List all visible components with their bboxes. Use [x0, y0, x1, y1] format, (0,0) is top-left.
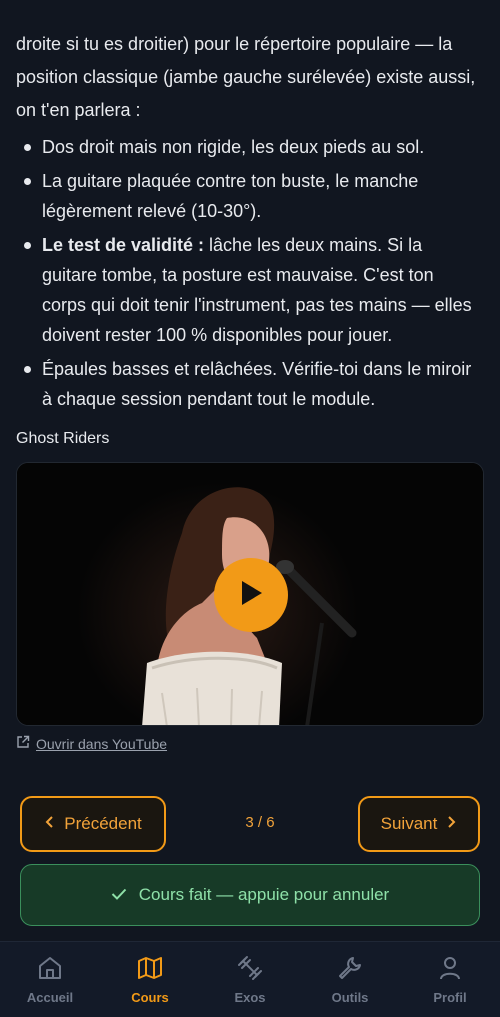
map-icon — [136, 954, 164, 985]
nav-item-exos[interactable]: Exos — [200, 942, 300, 1017]
home-icon — [36, 954, 64, 985]
nav-item-profil[interactable]: Profil — [400, 942, 500, 1017]
nav-label: Accueil — [26, 990, 74, 1005]
list-item: Le test de validité : lâche les deux mai… — [20, 230, 475, 350]
list-item: Dos droit mais non rigide, les deux pied… — [20, 132, 475, 162]
bottom-navigation: Accueil Cours Exos Outils Profil — [0, 941, 500, 1017]
list-item: La guitare plaquée contre ton buste, le … — [20, 166, 475, 226]
video-title: Ghost Riders — [16, 430, 110, 447]
lesson-pager: Précédent 3 / 6 Suivant — [20, 796, 480, 854]
chevron-right-icon — [447, 814, 457, 834]
posture-checklist: Dos droit mais non rigide, les deux pied… — [20, 132, 475, 418]
next-button-label: Suivant — [380, 814, 438, 833]
nav-item-outils[interactable]: Outils — [300, 942, 400, 1017]
nav-item-accueil[interactable]: Accueil — [0, 942, 100, 1017]
bullet-text: La guitare plaquée contre ton buste, le … — [42, 171, 419, 221]
chevron-left-icon — [44, 814, 54, 834]
page-indicator: 3 / 6 — [245, 814, 275, 831]
nav-label: Profil — [433, 990, 467, 1005]
user-icon — [436, 954, 464, 985]
youtube-link[interactable]: Ouvrir dans YouTube — [16, 735, 167, 752]
nav-item-cours[interactable]: Cours — [100, 942, 200, 1017]
check-icon — [111, 885, 127, 905]
list-item: Épaules basses et relâchées. Vérifie-toi… — [20, 354, 475, 414]
done-label: Cours fait — appuie pour annuler — [138, 885, 390, 904]
play-icon — [238, 579, 264, 612]
play-button[interactable] — [214, 558, 288, 632]
bullet-text: Épaules basses et relâchées. Vérifie-toi… — [42, 359, 472, 409]
bullet-bold-label: Le test de validité : — [42, 235, 205, 255]
lesson-intro-paragraph: droite si tu es droitier) pour le répert… — [16, 34, 476, 120]
next-button[interactable]: Suivant — [358, 796, 480, 852]
wrench-icon — [336, 954, 364, 985]
youtube-link-label: Ouvrir dans YouTube — [36, 735, 168, 752]
dumbbell-icon — [236, 954, 264, 985]
video-player[interactable] — [16, 462, 484, 726]
previous-button-label: Précédent — [64, 814, 142, 833]
nav-label: Exos — [234, 990, 266, 1005]
bullet-text: Dos droit mais non rigide, les deux pied… — [42, 137, 425, 157]
nav-label: Cours — [131, 990, 169, 1005]
external-link-icon — [16, 735, 30, 752]
lesson-done-toggle[interactable]: Cours fait — appuie pour annuler — [20, 864, 480, 926]
nav-label: Outils — [331, 990, 369, 1005]
previous-button[interactable]: Précédent — [20, 796, 166, 852]
